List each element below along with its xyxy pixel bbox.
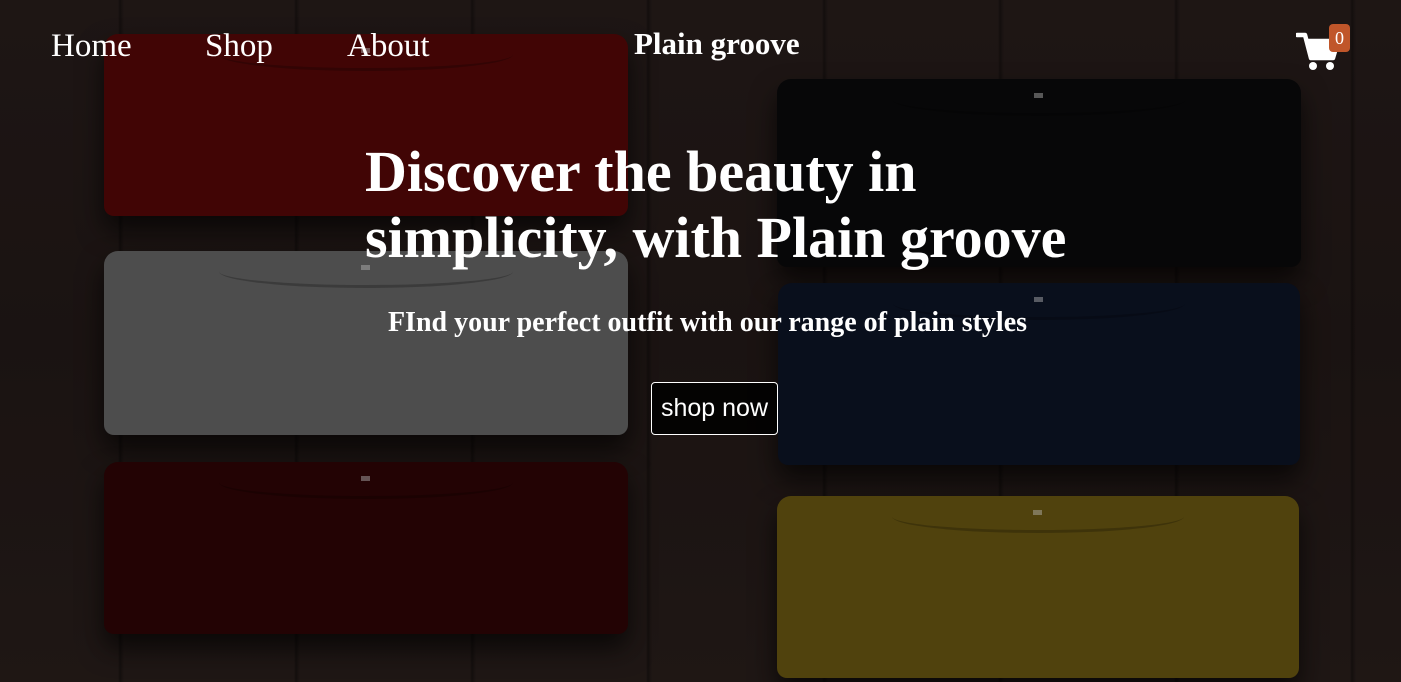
cart-count-badge: 0	[1329, 24, 1350, 52]
cart-button[interactable]: 0	[1296, 22, 1356, 74]
hero-background-image	[0, 0, 1401, 682]
hero-title: Discover the beauty in simplicity, with …	[365, 139, 1067, 270]
shop-now-button[interactable]: shop now	[651, 382, 778, 435]
nav-link-shop[interactable]: Shop	[205, 26, 273, 66]
brand-logo[interactable]: Plain groove	[634, 25, 800, 63]
nav-link-about[interactable]: About	[347, 26, 430, 66]
nav-link-home[interactable]: Home	[51, 26, 132, 66]
hero-subtitle: FInd your perfect outfit with our range …	[387, 307, 1028, 338]
dark-overlay	[0, 0, 1401, 682]
